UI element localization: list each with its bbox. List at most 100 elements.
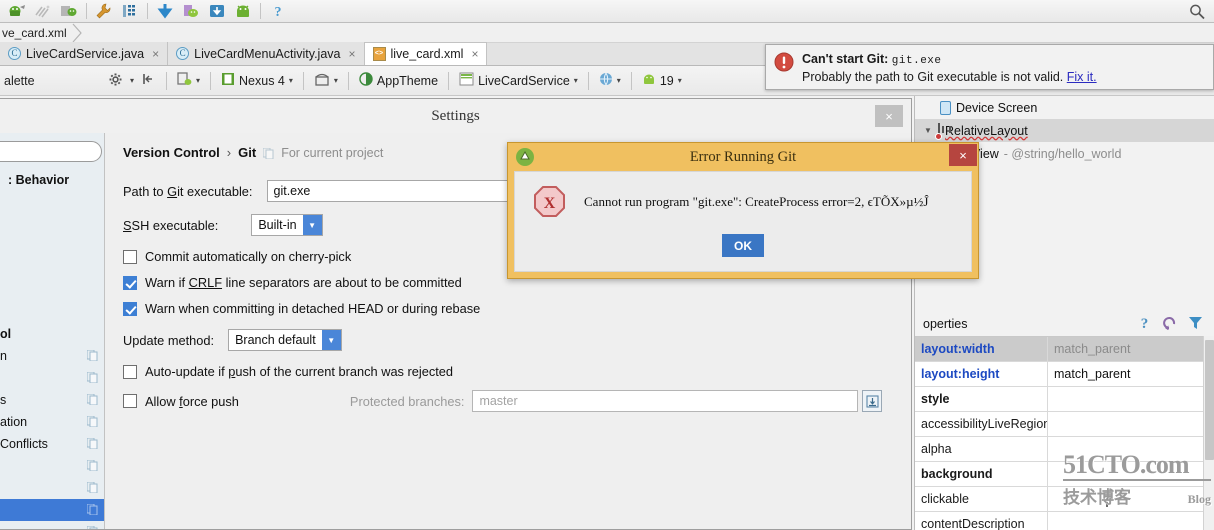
- close-icon[interactable]: ×: [949, 144, 977, 166]
- tree-twisty-expanded-icon[interactable]: ▼: [923, 126, 933, 135]
- property-value[interactable]: match_parent: [1048, 367, 1214, 381]
- close-icon[interactable]: ×: [875, 105, 903, 127]
- sidebar-item[interactable]: [0, 301, 104, 323]
- help-icon[interactable]: ?: [267, 1, 289, 21]
- close-icon[interactable]: ×: [471, 47, 478, 61]
- editor-tab-livecardservice[interactable]: C LiveCardService.java ×: [0, 42, 169, 65]
- settings-wrench-icon[interactable]: [93, 1, 115, 21]
- checkbox-box[interactable]: [123, 275, 137, 290]
- sidebar-item[interactable]: [0, 521, 104, 529]
- checkbox-allow-force-push[interactable]: Allow force push: [123, 394, 239, 409]
- gear-icon[interactable]: [109, 73, 122, 89]
- table-row[interactable]: style: [915, 386, 1214, 412]
- tree-item-device-screen[interactable]: Device Screen: [915, 96, 1214, 119]
- table-row[interactable]: clickable: [915, 486, 1214, 512]
- toolbar-separator: [448, 71, 450, 90]
- sidebar-item[interactable]: [0, 477, 104, 499]
- tree-item-relativelayout[interactable]: ▼ RelativeLayout: [915, 119, 1214, 142]
- settings-search-input[interactable]: [0, 141, 102, 162]
- copy-settings-icon[interactable]: [86, 525, 98, 529]
- expand-editor-icon[interactable]: [862, 390, 883, 412]
- notification-title: Can't start Git:: [802, 52, 889, 66]
- sidebar-item[interactable]: [0, 279, 104, 301]
- layout-grid-icon[interactable]: [119, 1, 141, 21]
- search-icon[interactable]: [1188, 3, 1206, 21]
- checkbox-box[interactable]: [123, 301, 137, 316]
- sidebar-item[interactable]: [0, 455, 104, 477]
- update-method-select[interactable]: Branch default ▼: [228, 329, 342, 351]
- filter-icon[interactable]: [1188, 316, 1203, 333]
- help-question-icon[interactable]: ?: [1138, 315, 1151, 333]
- sidebar-item-changelists[interactable]: s: [0, 389, 104, 411]
- clickable-checkbox[interactable]: [1106, 491, 1108, 507]
- close-icon[interactable]: ×: [152, 47, 159, 61]
- protected-branches-input[interactable]: master: [472, 390, 859, 412]
- android-device-icon[interactable]: [232, 1, 254, 21]
- ok-button[interactable]: OK: [722, 234, 764, 257]
- activity-selector[interactable]: LiveCardService ▾: [455, 70, 582, 92]
- sidebar-item[interactable]: [0, 367, 104, 389]
- table-row[interactable]: background: [915, 461, 1214, 487]
- table-row[interactable]: layout:height match_parent: [915, 361, 1214, 387]
- editor-tab-livecardmenuactivity[interactable]: C LiveCardMenuActivity.java ×: [168, 42, 365, 65]
- copy-settings-icon[interactable]: [86, 481, 98, 494]
- restore-default-icon[interactable]: [1162, 315, 1177, 333]
- chevron-down-icon[interactable]: ▼: [321, 330, 341, 350]
- android-sdk-icon[interactable]: [32, 1, 54, 21]
- chevron-down-icon[interactable]: ▾: [130, 76, 134, 85]
- fix-it-link[interactable]: Fix it.: [1067, 70, 1097, 84]
- copy-settings-icon[interactable]: [86, 393, 98, 406]
- checkbox-warn-detached-head[interactable]: Warn when committing in detached HEAD or…: [105, 301, 911, 316]
- table-row[interactable]: accessibilityLiveRegion: [915, 411, 1214, 437]
- sidebar-item-git[interactable]: [0, 499, 104, 521]
- avd-manager-icon[interactable]: [180, 1, 202, 21]
- theme-selector[interactable]: AppTheme: [355, 70, 442, 92]
- copy-settings-icon[interactable]: [86, 437, 98, 450]
- editor-tab-live-card-xml[interactable]: live_card.xml ×: [364, 42, 488, 65]
- table-row[interactable]: layout:width match_parent: [915, 337, 1214, 362]
- checkbox-box[interactable]: [123, 249, 137, 264]
- collapse-pane-icon[interactable]: [142, 73, 154, 88]
- copy-settings-icon[interactable]: [86, 415, 98, 428]
- device-config-button[interactable]: ▾: [173, 70, 204, 92]
- sidebar-item[interactable]: [0, 191, 104, 213]
- sidebar-item-behavior[interactable]: : Behavior: [0, 169, 104, 191]
- sidebar-item-confirmation-2[interactable]: ation: [0, 411, 104, 433]
- api-level-selector[interactable]: 19 ▾: [638, 70, 686, 92]
- sidebar-item[interactable]: [0, 257, 104, 279]
- sync-gradle-icon[interactable]: [154, 1, 176, 21]
- checkbox-auto-update-push[interactable]: Auto-update if push of the current branc…: [105, 364, 911, 379]
- copy-settings-icon[interactable]: [262, 147, 274, 160]
- orientation-selector[interactable]: ▾: [310, 70, 342, 92]
- git-notification-balloon: Can't start Git: git.exe Probably the pa…: [765, 44, 1214, 90]
- breadcrumb-item[interactable]: ve_card.xml: [0, 23, 67, 43]
- sidebar-item-conflicts[interactable]: Conflicts: [0, 433, 104, 455]
- table-row[interactable]: alpha: [915, 436, 1214, 462]
- close-icon[interactable]: ×: [348, 47, 355, 61]
- sidebar-item[interactable]: [0, 213, 104, 235]
- locale-selector[interactable]: ▾: [595, 70, 625, 92]
- properties-scrollbar[interactable]: [1203, 336, 1214, 530]
- checkbox-box[interactable]: [123, 364, 137, 379]
- device-selector[interactable]: Nexus 4 ▾: [217, 70, 297, 92]
- property-value[interactable]: match_parent: [1048, 342, 1214, 356]
- chevron-down-icon[interactable]: ▼: [302, 215, 322, 235]
- ssh-executable-select[interactable]: Built-in ▼: [251, 214, 323, 236]
- sidebar-item-version-control[interactable]: ol: [0, 323, 104, 345]
- android-monitor-icon[interactable]: [58, 1, 80, 21]
- sdk-download-icon[interactable]: [206, 1, 228, 21]
- copy-settings-icon[interactable]: [86, 371, 98, 384]
- copy-settings-icon[interactable]: [86, 459, 98, 472]
- checkbox-box[interactable]: [123, 394, 137, 408]
- copy-settings-icon[interactable]: [86, 349, 98, 362]
- property-key: clickable: [915, 486, 1048, 512]
- table-row[interactable]: contentDescription: [915, 511, 1214, 530]
- scrollbar-thumb[interactable]: [1205, 340, 1214, 460]
- properties-table[interactable]: layout:width match_parent layout:height …: [915, 336, 1214, 530]
- sidebar-item-confirmation[interactable]: n: [0, 345, 104, 367]
- editor-tab-label: live_card.xml: [390, 47, 464, 61]
- android-avd-icon[interactable]: [6, 1, 28, 21]
- update-method-label: Update method:: [123, 332, 215, 348]
- sidebar-item[interactable]: [0, 235, 104, 257]
- copy-settings-icon[interactable]: [86, 503, 98, 516]
